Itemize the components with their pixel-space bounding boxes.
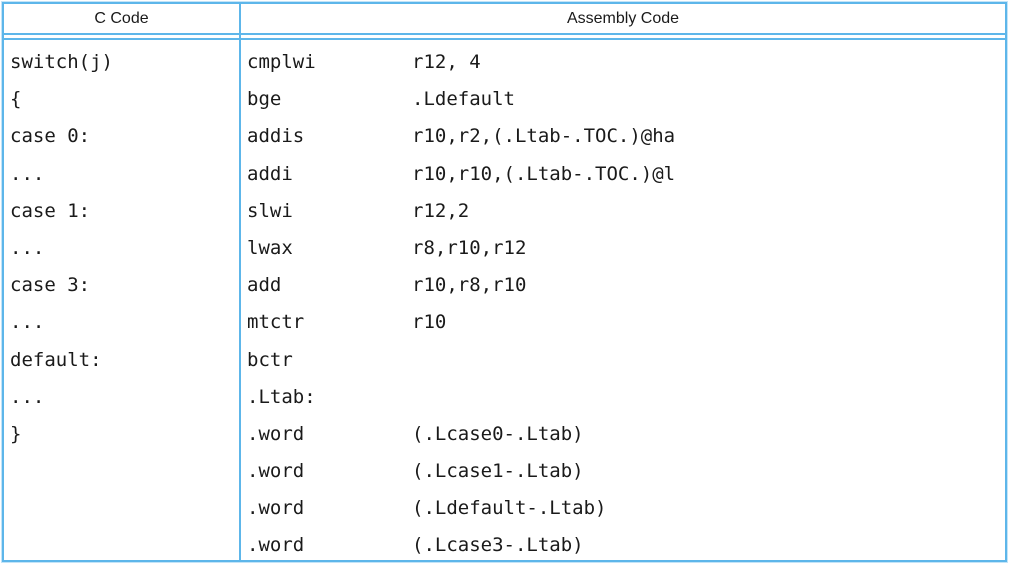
asm-operands: r10 [412,311,446,333]
asm-mnemonic: bctr [247,342,412,379]
c-code-line: { [10,81,239,118]
asm-operands: r10,r10,(.Ltab-.TOC.)@l [412,163,675,185]
c-code-line: switch(j) [10,44,239,81]
asm-mnemonic: slwi [247,193,412,230]
code-comparison-table: C Code Assembly Code switch(j){case 0:..… [2,2,1007,562]
asm-mnemonic: .word [247,490,412,527]
header-gap-left [4,35,241,38]
c-code-line: default: [10,342,239,379]
asm-code-line: .Ltab: [247,379,1005,416]
c-code-line [10,453,239,490]
asm-code-line: cmplwir12, 4 [247,44,1005,81]
asm-operands: r12, 4 [412,51,481,73]
asm-operands: r10,r2,(.Ltab-.TOC.)@ha [412,125,675,147]
asm-code-line: bge.Ldefault [247,81,1005,118]
asm-mnemonic: mtctr [247,304,412,341]
asm-operands: .Ldefault [412,88,515,110]
asm-operands: (.Lcase3-.Ltab) [412,534,584,556]
asm-code-line: .word(.Lcase3-.Ltab) [247,527,1005,564]
c-code-line: ... [10,230,239,267]
asm-code-line: lwaxr8,r10,r12 [247,230,1005,267]
asm-code-line: .word(.Lcase0-.Ltab) [247,416,1005,453]
asm-code-line: addisr10,r2,(.Ltab-.TOC.)@ha [247,118,1005,155]
asm-operands: (.Lcase1-.Ltab) [412,460,584,482]
c-code-column: switch(j){case 0:...case 1:...case 3:...… [4,40,241,560]
asm-code-line: .word(.Lcase1-.Ltab) [247,453,1005,490]
asm-mnemonic: addi [247,156,412,193]
asm-code-line: slwir12,2 [247,193,1005,230]
header-gap-right [241,35,1005,38]
asm-operands: r8,r10,r12 [412,237,526,259]
c-code-line: ... [10,379,239,416]
asm-mnemonic: addis [247,118,412,155]
asm-code-line: bctr [247,342,1005,379]
asm-mnemonic: lwax [247,230,412,267]
c-code-line: ... [10,156,239,193]
c-code-line [10,527,239,564]
asm-operands: r12,2 [412,200,469,222]
asm-mnemonic: .word [247,453,412,490]
asm-operands: (.Lcase0-.Ltab) [412,423,584,445]
c-code-line: } [10,416,239,453]
asm-mnemonic: add [247,267,412,304]
asm-code-line: .word(.Ldefault-.Ltab) [247,490,1005,527]
c-code-line [10,490,239,527]
c-code-line: case 1: [10,193,239,230]
asm-mnemonic: .Ltab: [247,379,412,416]
table-body: switch(j){case 0:...case 1:...case 3:...… [4,40,1005,560]
asm-mnemonic: bge [247,81,412,118]
asm-code-line: addir10,r10,(.Ltab-.TOC.)@l [247,156,1005,193]
assembly-code-header-cell: Assembly Code [241,4,1005,33]
asm-mnemonic: .word [247,416,412,453]
c-code-header-cell: C Code [4,4,241,33]
assembly-code-column: cmplwir12, 4bge.Ldefaultaddisr10,r2,(.Lt… [241,40,1005,560]
asm-operands: (.Ldefault-.Ltab) [412,497,606,519]
c-code-line: case 3: [10,267,239,304]
c-code-line: ... [10,304,239,341]
asm-mnemonic: .word [247,527,412,564]
asm-mnemonic: cmplwi [247,44,412,81]
asm-operands: r10,r8,r10 [412,274,526,296]
asm-code-line: mtctrr10 [247,304,1005,341]
c-code-line: case 0: [10,118,239,155]
table-header-row: C Code Assembly Code [4,4,1005,35]
asm-code-line: addr10,r8,r10 [247,267,1005,304]
